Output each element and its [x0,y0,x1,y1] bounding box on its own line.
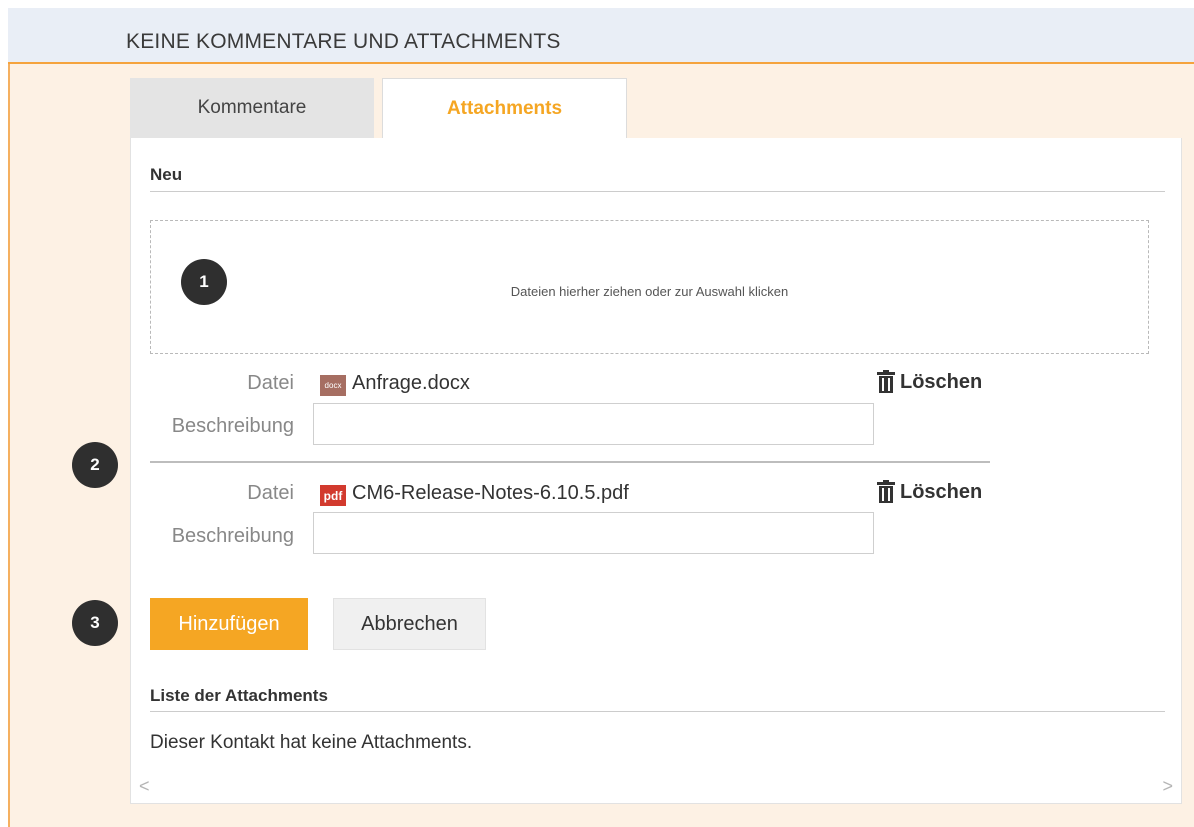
attachment-list-heading: Liste der Attachments [150,686,328,705]
trash-icon [877,370,895,393]
callout-badge-1: 1 [181,259,227,305]
horizontal-scrollbar[interactable]: < > [131,772,1181,803]
page: KEINE KOMMENTARE UND ATTACHMENTS Komment… [0,0,1194,827]
section-header: KEINE KOMMENTARE UND ATTACHMENTS [8,8,1194,64]
file-name: Anfrage.docx [352,372,470,394]
file-name: CM6-Release-Notes-6.10.5.pdf [352,482,629,504]
description-input[interactable] [313,403,874,445]
new-section-heading: Neu [150,165,183,184]
delete-label: Löschen [900,480,983,503]
callout-badge-3: 3 [72,600,118,646]
file-dropzone[interactable]: Dateien hierher ziehen oder zur Auswahl … [150,220,1149,354]
scroll-left-arrow-icon[interactable]: < [139,776,150,797]
docx-file-icon: docx [320,375,346,396]
cancel-button[interactable]: Abbrechen [333,598,486,650]
description-input[interactable] [313,512,874,554]
section-title: KEINE KOMMENTARE UND ATTACHMENTS [126,30,561,53]
trash-icon [877,480,895,503]
empty-list-message: Dieser Kontakt hat keine Attachments. [150,732,473,753]
scroll-right-arrow-icon[interactable]: > [1162,776,1173,797]
add-button[interactable]: Hinzufügen [150,598,308,650]
file-item-divider [150,461,990,463]
dropzone-hint: Dateien hierher ziehen oder zur Auswahl … [510,284,789,299]
callout-badge-2: 2 [72,442,118,488]
description-label: Beschreibung [171,415,294,437]
delete-file-button[interactable]: Löschen [876,370,982,394]
attachment-list-divider [150,711,1165,712]
new-section-divider [150,191,1165,192]
file-label: Datei [247,372,294,394]
tab-attachments[interactable]: Attachments [382,78,627,139]
delete-label: Löschen [900,370,983,393]
tab-kommentare[interactable]: Kommentare [130,78,374,138]
file-label: Datei [247,482,294,504]
pdf-file-icon: pdf [320,485,346,506]
delete-file-button[interactable]: Löschen [876,480,982,504]
description-label: Beschreibung [171,525,294,547]
